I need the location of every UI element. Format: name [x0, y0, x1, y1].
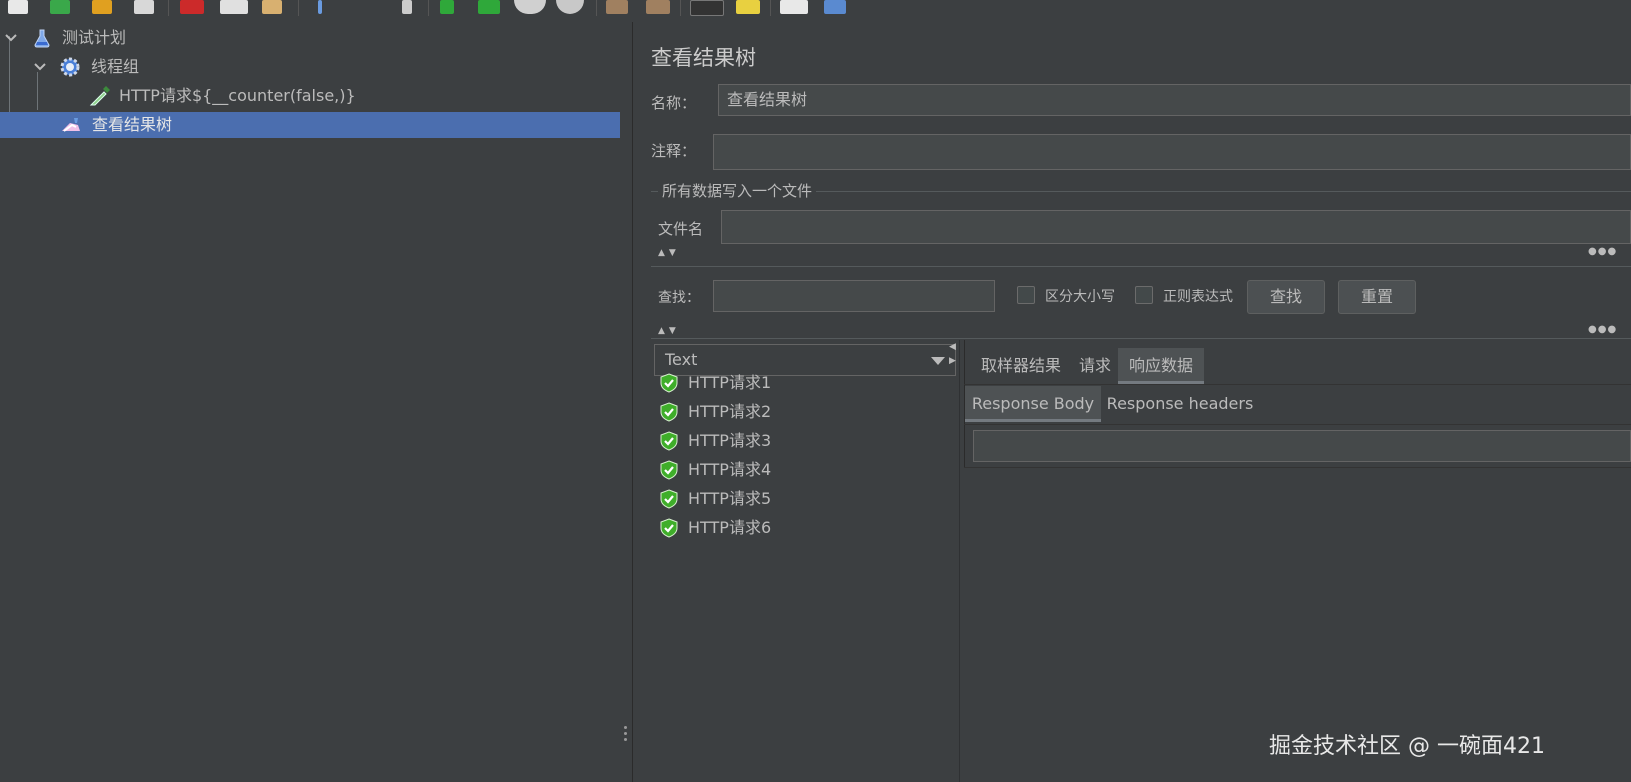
tree-item-test-plan[interactable]: 测试计划	[0, 25, 620, 51]
toolbar-separator	[168, 0, 169, 16]
results-divider	[959, 340, 960, 782]
divider	[651, 338, 1631, 339]
search-label: 查找：	[658, 290, 700, 306]
tree-item-view-results-tree[interactable]: 查看结果树	[0, 112, 620, 138]
binoculars-icon[interactable]	[690, 0, 724, 16]
tab-request[interactable]: 请求	[1075, 348, 1115, 384]
toolbar-separator	[680, 0, 681, 16]
clear-all-icon[interactable]	[646, 0, 670, 14]
collapse-arrows[interactable]: ▲▼	[658, 248, 680, 258]
find-button[interactable]: 查找	[1247, 280, 1325, 314]
gear-icon	[60, 57, 80, 77]
tree-item-label: 测试计划	[62, 28, 127, 47]
result-item-label: HTTP请求6	[688, 518, 772, 537]
success-shield-icon	[660, 402, 678, 422]
result-item[interactable]: HTTP请求1	[659, 370, 771, 396]
tab-response-body[interactable]: Response Body	[965, 386, 1101, 422]
result-item[interactable]: HTTP请求2	[659, 399, 771, 425]
watermark: 掘金技术社区 @ 一碗面421	[1269, 734, 1545, 759]
clear-icon[interactable]	[606, 0, 628, 14]
tab-sampler-result[interactable]: 取样器结果	[973, 348, 1069, 384]
toolbar-separator	[596, 0, 597, 16]
chevron-down-icon[interactable]	[4, 31, 18, 45]
view-results-tree-panel: 查看结果树 名称： 查看结果树 注释： 所有数据写入一个文件 文件名 ▲▼ ●●…	[633, 22, 1631, 782]
tab-response-headers[interactable]: Response headers	[1105, 386, 1255, 422]
success-shield-icon	[660, 460, 678, 480]
comment-label: 注释：	[651, 142, 697, 160]
tree-item-http-request[interactable]: HTTP请求${__counter(false,)}	[0, 83, 620, 109]
tab-divider	[964, 424, 1631, 425]
comment-field[interactable]	[713, 134, 1631, 170]
sampler-pipette-icon	[89, 86, 110, 106]
tab-response-data[interactable]: 响应数据	[1118, 348, 1204, 384]
splitter-grip	[624, 732, 627, 735]
regex-label: 正则表达式	[1163, 289, 1233, 305]
copy-icon[interactable]	[220, 0, 248, 14]
name-field[interactable]: 查看结果树	[718, 84, 1631, 116]
response-search-field[interactable]	[973, 430, 1631, 462]
page-title: 查看结果树	[651, 46, 756, 70]
result-item-label: HTTP请求1	[688, 373, 772, 392]
tree-item-thread-group[interactable]: 线程组	[0, 54, 620, 80]
toolbar-separator	[770, 0, 771, 16]
success-shield-icon	[660, 518, 678, 538]
open-icon[interactable]	[92, 0, 112, 14]
templates-icon[interactable]	[50, 0, 70, 14]
result-item[interactable]: HTTP请求6	[659, 515, 771, 541]
result-item-label: HTTP请求5	[688, 489, 772, 508]
pane-splitter[interactable]	[620, 22, 633, 782]
cut-icon[interactable]	[180, 0, 204, 14]
renderer-select-value: Text	[665, 350, 698, 369]
tree-item-label: 线程组	[91, 57, 140, 76]
success-shield-icon	[660, 373, 678, 393]
new-icon[interactable]	[8, 0, 28, 14]
result-item[interactable]: HTTP请求3	[659, 428, 771, 454]
tree-item-label: 查看结果树	[92, 115, 173, 134]
toggle-icon[interactable]	[402, 0, 412, 14]
start-no-pause-icon[interactable]	[478, 0, 500, 14]
filename-label: 文件名	[658, 220, 704, 238]
chevron-down-icon[interactable]	[33, 60, 47, 74]
split-arrows[interactable]: ◀ ▶	[949, 340, 956, 368]
splitter-grip	[624, 738, 627, 741]
more-dots-icon[interactable]: ●●●	[1588, 324, 1617, 335]
tree-item-label: HTTP请求${__counter(false,)}	[119, 86, 356, 105]
result-item[interactable]: HTTP请求4	[659, 457, 771, 483]
more-dots-icon[interactable]: ●●●	[1588, 246, 1617, 257]
paste-icon[interactable]	[262, 0, 282, 14]
result-item[interactable]: HTTP请求5	[659, 486, 771, 512]
success-shield-icon	[660, 431, 678, 451]
toolbar-separator	[428, 0, 429, 16]
save-icon[interactable]	[134, 0, 154, 14]
function-helper-icon[interactable]	[780, 0, 808, 14]
search-input[interactable]	[713, 280, 995, 312]
name-label: 名称：	[651, 94, 697, 112]
toolbar	[0, 0, 1631, 18]
collapse-arrows[interactable]: ▲▼	[658, 326, 680, 336]
chevron-down-icon	[931, 357, 945, 365]
stop-icon[interactable]	[514, 0, 546, 14]
filename-field[interactable]	[721, 210, 1631, 244]
case-sensitive-checkbox[interactable]	[1017, 286, 1035, 304]
result-item-label: HTTP请求4	[688, 460, 772, 479]
start-icon[interactable]	[440, 0, 454, 14]
tab-divider	[964, 384, 1631, 385]
expand-icon[interactable]	[318, 0, 322, 14]
help-icon[interactable]	[824, 0, 846, 14]
reset-button[interactable]: 重置	[1338, 280, 1416, 314]
case-sensitive-label: 区分大小写	[1045, 289, 1115, 305]
broom-icon[interactable]	[736, 0, 760, 14]
result-item-label: HTTP请求3	[688, 431, 772, 450]
result-tree-icon	[62, 118, 80, 132]
success-shield-icon	[660, 489, 678, 509]
file-group-label: 所有数据写入一个文件	[658, 180, 817, 201]
test-plan-icon	[34, 29, 50, 48]
result-item-label: HTTP请求2	[688, 402, 772, 421]
splitter-grip	[624, 726, 627, 729]
divider	[651, 266, 1631, 267]
shutdown-icon[interactable]	[556, 0, 584, 14]
toolbar-separator	[298, 0, 299, 16]
test-plan-tree: 测试计划 线程组 HTTP请求${__counter(false,)} 查看结果…	[0, 22, 620, 782]
regex-checkbox[interactable]	[1135, 286, 1153, 304]
